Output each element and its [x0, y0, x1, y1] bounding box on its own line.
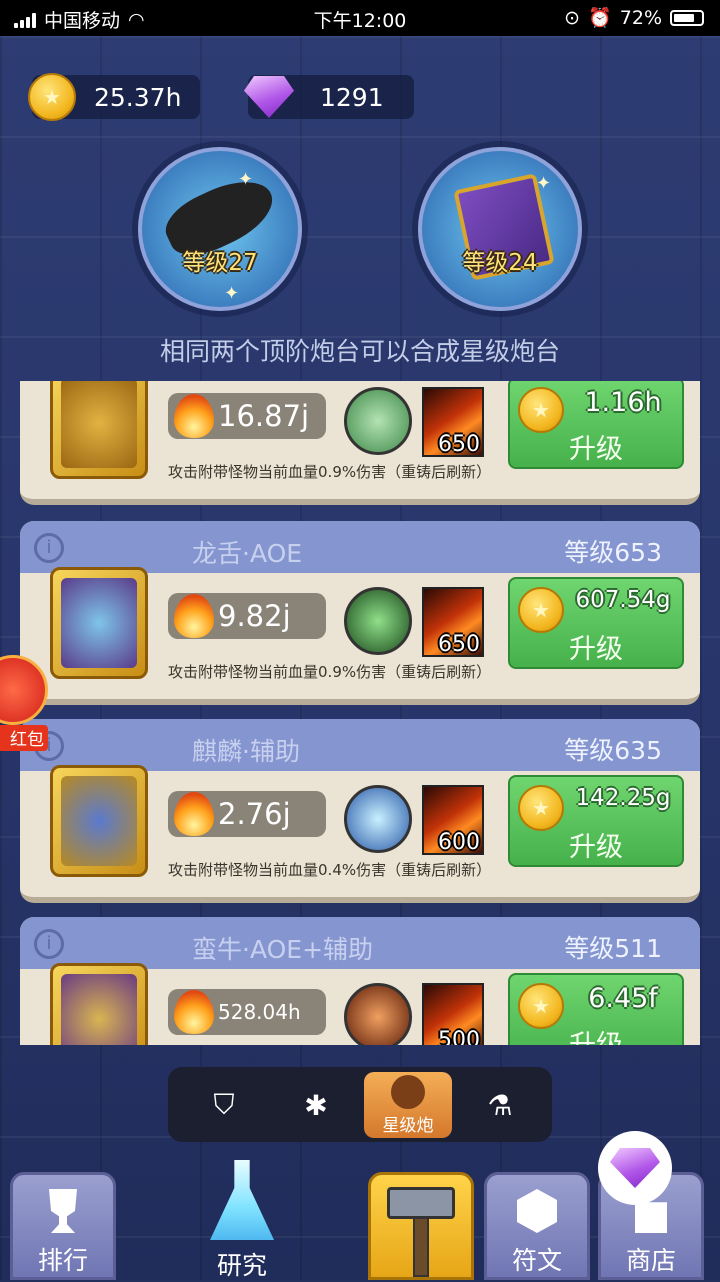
upgrade-cost: 6.45f: [588, 983, 658, 1014]
nav-forge[interactable]: [368, 1172, 474, 1280]
tab-label: 星级炮: [382, 1115, 434, 1136]
battery-percent: 72%: [619, 6, 662, 29]
flame-icon: [174, 594, 214, 638]
nav-research[interactable]: 研究: [196, 1160, 288, 1280]
flame-icon: [174, 990, 214, 1034]
sparkle-icon: ✦: [224, 283, 240, 304]
tab-turret[interactable]: ⛉: [180, 1072, 268, 1138]
turret-card: i 16.87j 650 攻击附带怪物当前血量0.9%伤害（重铸后刷新） ★ 1…: [20, 381, 700, 505]
damage-value: 16.87j: [168, 393, 326, 439]
rune-icon[interactable]: 650: [422, 587, 484, 657]
red-packet-icon: [0, 655, 48, 725]
turret-name: 蛮牛·AOE+辅助: [192, 935, 374, 964]
info-icon[interactable]: i: [34, 929, 64, 959]
gem-icon: [244, 76, 294, 118]
upgrade-cost: 142.25g: [575, 785, 671, 811]
turret-list[interactable]: i 16.87j 650 攻击附带怪物当前血量0.9%伤害（重铸后刷新） ★ 1…: [0, 381, 720, 1045]
turret-card-header: i 蛮牛·AOE+辅助 等级511: [20, 917, 700, 969]
coin-balance[interactable]: ★ 25.37h: [28, 73, 200, 121]
rune-icon[interactable]: 500: [422, 983, 484, 1045]
damage-value: 9.82j: [168, 593, 326, 639]
nav-rune[interactable]: 符文: [484, 1172, 590, 1280]
tab-potion[interactable]: ⚗: [456, 1072, 544, 1138]
turret-card-header: i 麒麟·辅助 等级635: [20, 719, 700, 771]
cannon-level: 等级24: [462, 250, 538, 276]
status-bar: 中国移动 ◠ 下午12:00 ⊙ ⏰ 72%: [0, 0, 720, 36]
upgrade-button[interactable]: ★ 142.25g 升级: [508, 775, 684, 867]
turret-description: 攻击附带怪物当前血量0.9%伤害（重铸后刷新）: [168, 463, 492, 481]
nav-label: 商店: [625, 1246, 676, 1275]
turret-name: 龙舌·AOE: [192, 539, 303, 568]
gem-amount: 1291: [320, 82, 384, 112]
flask-icon: ⚗: [487, 1088, 513, 1122]
red-packet-label: 红包: [0, 725, 48, 751]
turret-level: 等级653: [564, 538, 662, 567]
nav-rank[interactable]: 排行: [10, 1172, 116, 1280]
turret-portrait[interactable]: [50, 567, 148, 679]
upgrade-cost: 1.16h: [584, 387, 662, 418]
sparkle-icon: ✦: [536, 173, 552, 194]
cannon-book[interactable]: ✦ 等级24: [418, 147, 582, 311]
turret-card: i 蛮牛·AOE+辅助 等级511 528.04h 500 ★ 6.45f 升级: [20, 917, 700, 1045]
red-packet-button[interactable]: 红包: [0, 655, 50, 751]
turret-card: i 麒麟·辅助 等级635 2.76j 600 攻击附带怪物当前血量0.4%伤害…: [20, 719, 700, 903]
flame-icon: [174, 394, 214, 438]
rune-icon[interactable]: 600: [422, 785, 484, 855]
rotation-lock-icon: ⊙: [564, 6, 581, 29]
nav-label: 排行: [37, 1246, 88, 1275]
skill-icon[interactable]: [344, 785, 412, 853]
cannon-bullet[interactable]: ✦ ✦ 等级27: [138, 147, 302, 311]
info-icon[interactable]: i: [34, 533, 64, 563]
upgrade-button[interactable]: ★ 607.54g 升级: [508, 577, 684, 669]
upgrade-button[interactable]: ★ 1.16h 升级: [508, 381, 684, 469]
upgrade-label: 升级: [569, 634, 623, 665]
turret-description: 攻击附带怪物当前血量0.9%伤害（重铸后刷新）: [168, 663, 492, 681]
skill-icon[interactable]: [344, 983, 412, 1045]
turret-card: i 龙舌·AOE 等级653 9.82j 650 攻击附带怪物当前血量0.9%伤…: [20, 521, 700, 705]
upgrade-cost: 607.54g: [575, 587, 671, 613]
gem-icon: [610, 1148, 660, 1188]
tab-star-cannon[interactable]: 星级炮: [364, 1072, 452, 1138]
trophy-icon: [49, 1189, 77, 1233]
turret-portrait[interactable]: [50, 963, 148, 1045]
turret-level: 等级511: [564, 934, 662, 963]
alarm-icon: ⏰: [588, 7, 612, 29]
cannon-level: 等级27: [182, 250, 258, 276]
upgrade-label: 升级: [569, 434, 623, 465]
gem-balance[interactable]: 1291: [244, 75, 414, 119]
medal-icon: [391, 1074, 425, 1109]
tab-cannon[interactable]: ✱: [272, 1072, 360, 1138]
turret-category-tabs: ⛉ ✱ 星级炮 ⚗: [168, 1067, 552, 1142]
damage-value: 2.76j: [168, 791, 326, 837]
sparkle-icon: ✦: [238, 169, 254, 190]
turret-portrait[interactable]: [50, 765, 148, 877]
skill-icon[interactable]: [344, 587, 412, 655]
upgrade-label: 升级: [569, 832, 623, 863]
turret-icon: ⛉: [213, 1088, 235, 1121]
hammer-icon: [387, 1187, 455, 1219]
nav-label: 研究: [216, 1251, 267, 1280]
coin-amount: 25.37h: [94, 82, 182, 112]
battery-icon: [670, 9, 704, 26]
turret-card-header: i 龙舌·AOE 等级653: [20, 521, 700, 573]
nav-label: 符文: [511, 1246, 562, 1275]
shop-gem-badge[interactable]: [598, 1131, 672, 1205]
upgrade-button[interactable]: ★ 6.45f 升级: [508, 973, 684, 1045]
flame-icon: [174, 792, 214, 836]
rune-icon[interactable]: 650: [422, 387, 484, 457]
turret-name: 麒麟·辅助: [192, 737, 300, 766]
cannon-icon: ✱: [304, 1088, 328, 1122]
damage-value: 528.04h: [168, 989, 326, 1035]
coin-icon: ★: [28, 73, 76, 121]
turret-description: 攻击附带怪物当前血量0.4%伤害（重铸后刷新）: [168, 861, 492, 879]
turret-portrait[interactable]: [50, 381, 148, 479]
merge-hint: 相同两个顶阶炮台可以合成星级炮台: [159, 337, 560, 366]
rune-shield-icon: [517, 1189, 557, 1233]
turret-level: 等级635: [564, 736, 662, 765]
flask-icon: [210, 1160, 274, 1240]
skill-icon[interactable]: [344, 387, 412, 455]
upgrade-label: 升级: [510, 1023, 682, 1045]
